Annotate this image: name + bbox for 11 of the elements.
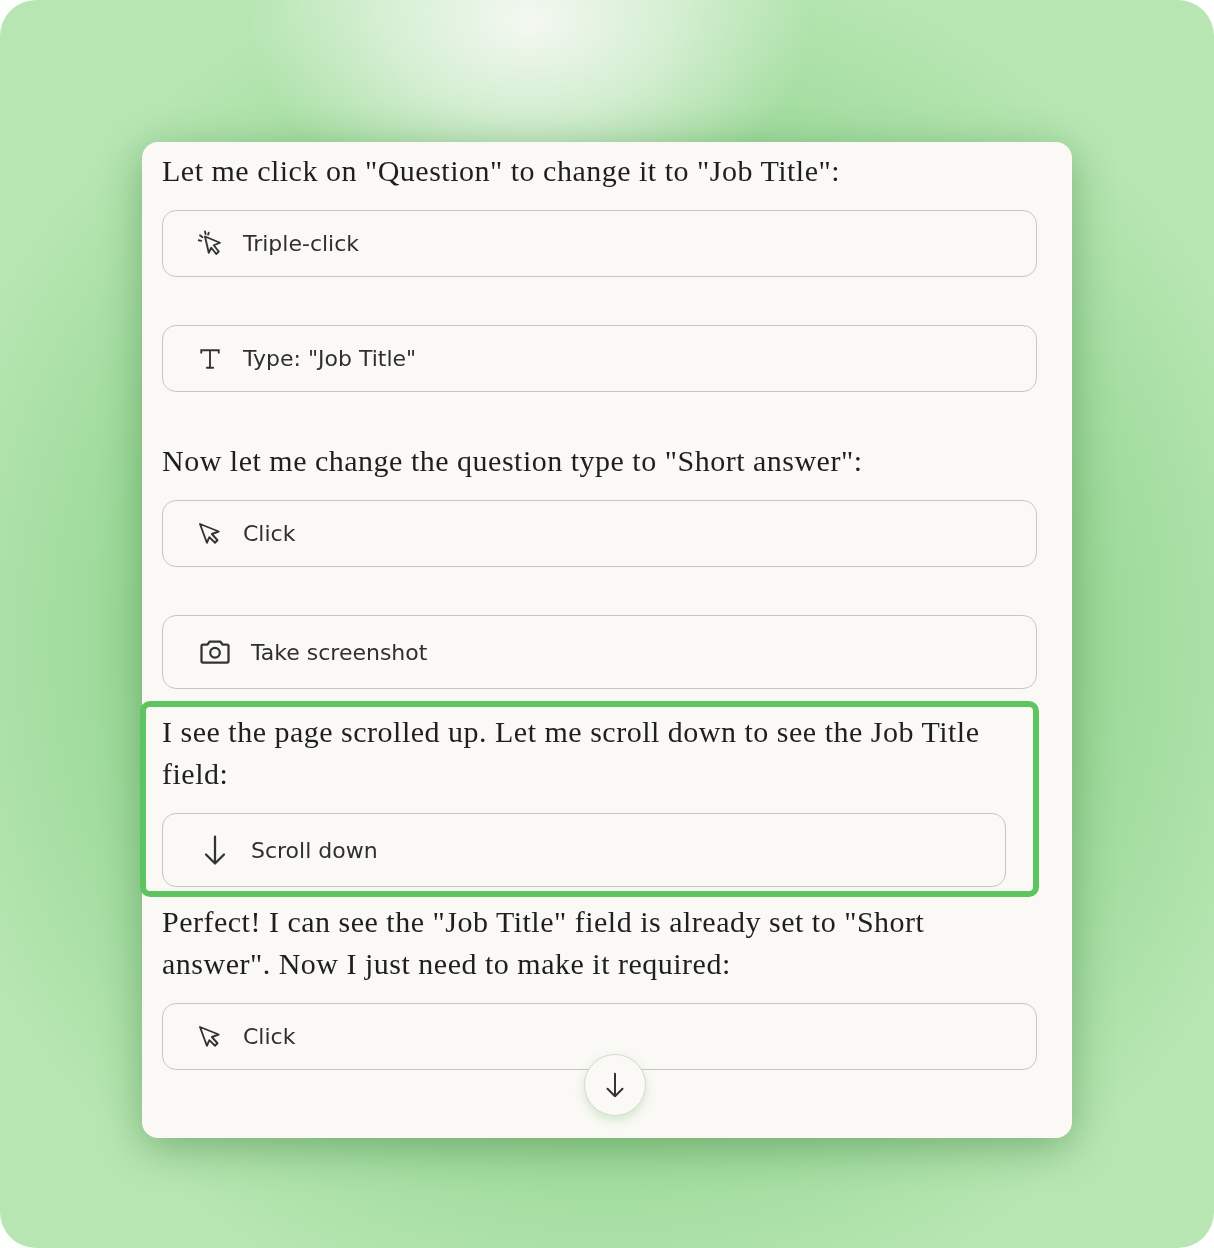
action-step[interactable]: Scroll down (162, 813, 1006, 887)
action-step[interactable]: Click (162, 500, 1037, 567)
message-text: Now let me change the question type to "Short answer": (162, 443, 864, 479)
action-step[interactable]: Take screenshot (162, 615, 1037, 689)
action-step[interactable]: Click (162, 1003, 1037, 1070)
message-text: Perfect! I can see the "Job Title" field is already set to "Short answer". Now I just need to make it required: (162, 904, 926, 982)
action-step[interactable]: Type: "Job Title" (162, 325, 1037, 392)
message-text: I see the page scrolled up. Let me scroll down to see the Job Title field: (162, 714, 981, 792)
action-step[interactable]: Triple-click (162, 210, 1037, 277)
scroll-down-button[interactable] (584, 1054, 646, 1116)
message-text: Let me click on "Question" to change it to "Job Title": (162, 153, 842, 189)
